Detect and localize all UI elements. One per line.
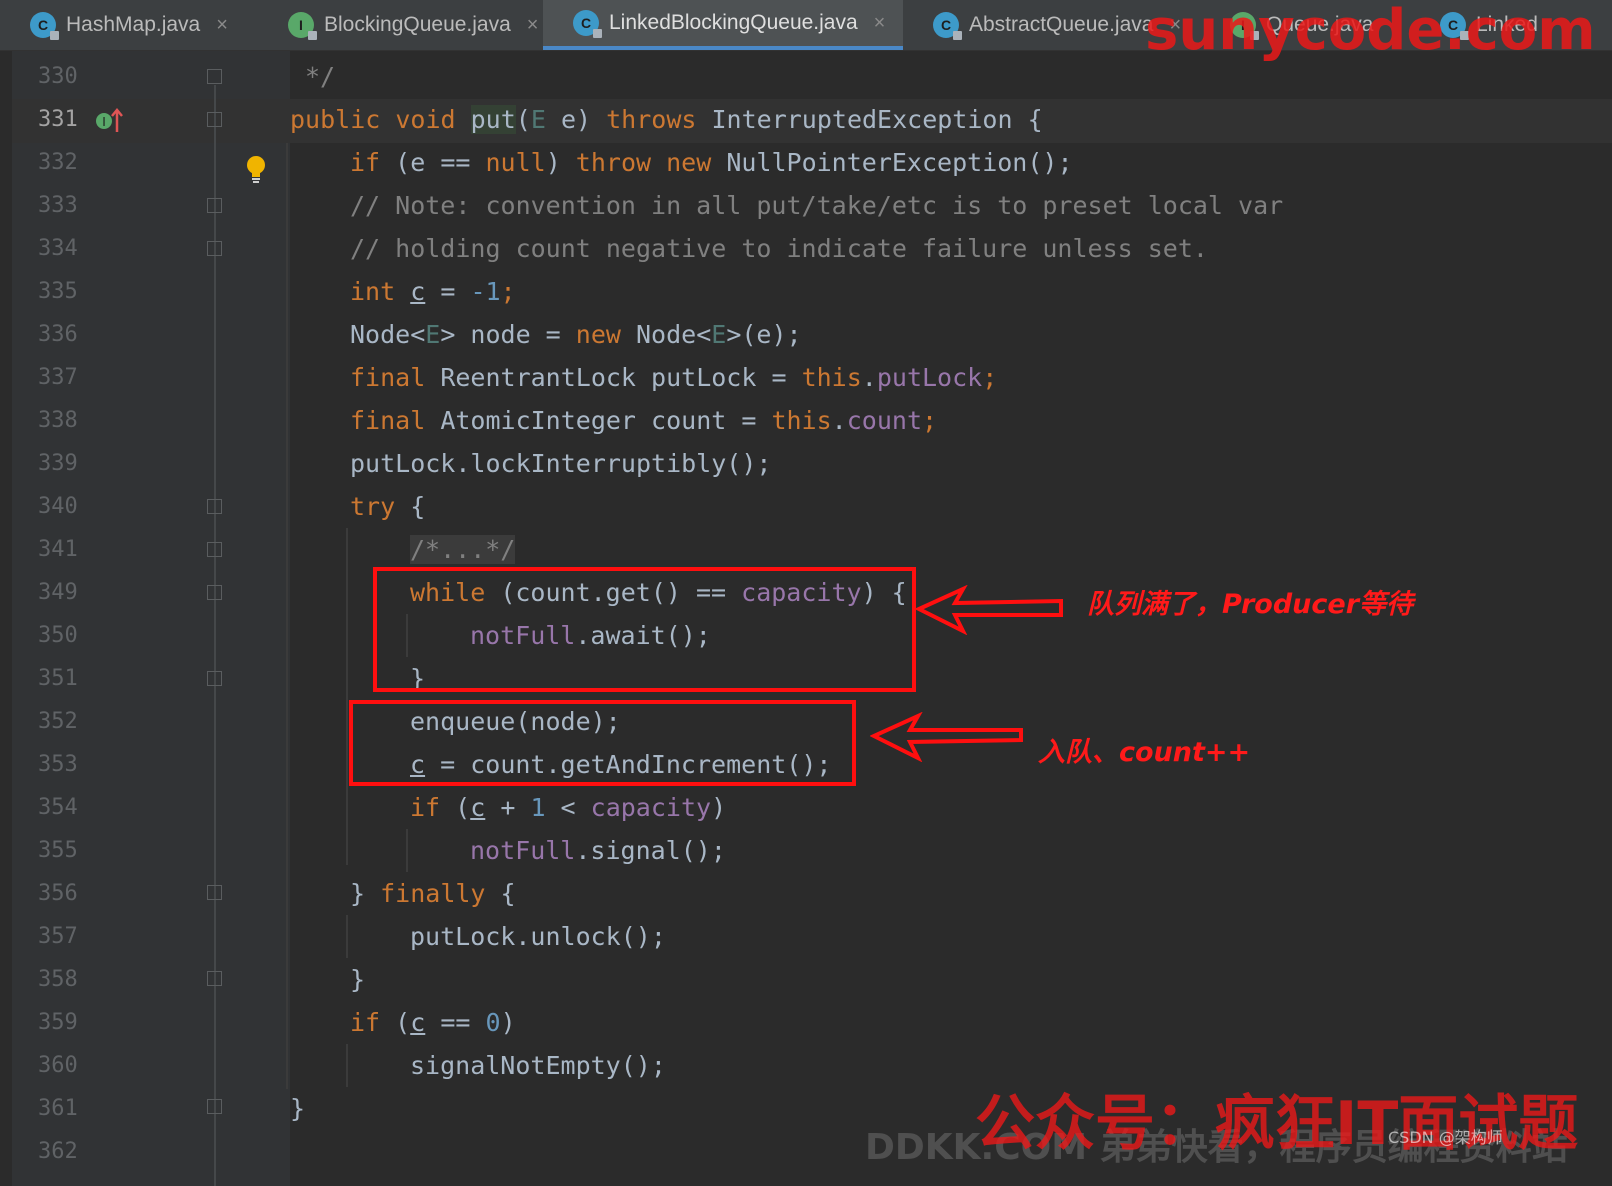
watermark-bottom-red: 公众号：疯狂IT面试题: [975, 1089, 1579, 1159]
fold-marker[interactable]: [207, 69, 222, 84]
lightbulb-icon[interactable]: [246, 155, 266, 185]
code-line-361[interactable]: }: [290, 1087, 305, 1130]
fold-marker[interactable]: [207, 585, 222, 600]
collapsed-block[interactable]: /*...*/: [410, 535, 516, 564]
line-number: 352: [38, 709, 78, 734]
line-number: 359: [38, 1010, 78, 1035]
fold-marker[interactable]: [207, 885, 222, 900]
code-line-358[interactable]: }: [290, 958, 365, 1001]
line-number: 330: [38, 64, 78, 89]
line-number: 361: [38, 1096, 78, 1121]
arrow-left-icon: [870, 712, 1023, 762]
line-number: 351: [38, 666, 78, 691]
line-number: 337: [38, 365, 78, 390]
watermark-csdn: CSDN @架构师: [1388, 1128, 1503, 1147]
code-line-336[interactable]: Node<E> node = new Node<E>(e);: [290, 313, 802, 356]
watermark-top: sunycode.com: [1145, 0, 1596, 63]
line-number: 358: [38, 967, 78, 992]
fold-marker[interactable]: [207, 112, 222, 127]
close-icon[interactable]: ×: [216, 14, 228, 37]
line-number: 332: [38, 150, 78, 175]
code-line-355[interactable]: notFull.signal();: [290, 829, 726, 872]
code-line-335[interactable]: int c = -1;: [290, 270, 516, 313]
line-number: 356: [38, 881, 78, 906]
tab-hashmap[interactable]: C HashMap.java ×: [0, 0, 258, 50]
line-number: 357: [38, 924, 78, 949]
line-number: 350: [38, 623, 78, 648]
highlight-box-enqueue: [349, 700, 856, 786]
code-line-330[interactable]: */: [290, 55, 335, 98]
line-number: 355: [38, 838, 78, 863]
fold-marker[interactable]: [207, 971, 222, 986]
line-number: 349: [38, 580, 78, 605]
line-number: 340: [38, 494, 78, 519]
tab-label: HashMap.java: [66, 13, 201, 36]
close-icon[interactable]: ×: [527, 14, 539, 37]
close-icon[interactable]: ×: [874, 12, 886, 35]
code-line-333[interactable]: // Note: convention in all put/take/etc …: [290, 184, 1283, 227]
fold-marker[interactable]: [207, 671, 222, 686]
line-number: 336: [38, 322, 78, 347]
code-line-357[interactable]: putLock.unlock();: [290, 915, 666, 958]
line-number: 354: [38, 795, 78, 820]
line-number: 339: [38, 451, 78, 476]
line-number: 335: [38, 279, 78, 304]
fold-marker[interactable]: [207, 1099, 222, 1114]
svg-text:I: I: [102, 115, 106, 129]
fold-marker[interactable]: [207, 241, 222, 256]
arrow-left-icon: [915, 585, 1063, 635]
tab-linkedblockingqueue[interactable]: C LinkedBlockingQueue.java ×: [543, 0, 903, 50]
code-line-360[interactable]: signalNotEmpty();: [290, 1044, 666, 1087]
abstract-class-icon: C: [933, 12, 962, 40]
tab-label: BlockingQueue.java: [324, 13, 511, 36]
code-line-354[interactable]: if (c + 1 < capacity): [290, 786, 726, 829]
highlight-box-wait: [373, 567, 916, 692]
tab-label: LinkedBlockingQueue.java: [609, 11, 858, 34]
code-line-341[interactable]: /*...*/: [290, 528, 516, 571]
line-number: 353: [38, 752, 78, 777]
line-number: 331: [38, 107, 78, 132]
fold-marker[interactable]: [207, 499, 222, 514]
interface-icon: I: [288, 12, 317, 40]
code-line-338[interactable]: final AtomicInteger count = this.count;: [290, 399, 937, 442]
code-line-334[interactable]: // holding count negative to indicate fa…: [290, 227, 1208, 270]
line-number: 334: [38, 236, 78, 261]
tab-label: AbstractQueue.java: [969, 13, 1154, 36]
code-line-356[interactable]: } finally {: [290, 872, 516, 915]
line-number: 341: [38, 537, 78, 562]
line-number: 360: [38, 1053, 78, 1078]
tab-blockingqueue[interactable]: I BlockingQueue.java ×: [258, 0, 543, 50]
class-icon: C: [30, 12, 59, 40]
code-line-337[interactable]: final ReentrantLock putLock = this.putLo…: [290, 356, 997, 399]
expand-marker[interactable]: [207, 542, 222, 557]
class-icon: C: [573, 10, 602, 38]
fold-marker[interactable]: [207, 198, 222, 213]
implements-method-icon[interactable]: I: [95, 108, 123, 134]
annotation-enqueue: 入队、count++: [1038, 737, 1251, 768]
line-number: 338: [38, 408, 78, 433]
code-line-359[interactable]: if (c == 0): [290, 1001, 516, 1044]
code-line-331[interactable]: public void put(E e) throws InterruptedE…: [290, 98, 1043, 141]
line-number: 362: [38, 1139, 78, 1164]
code-line-339[interactable]: putLock.lockInterruptibly();: [290, 442, 771, 485]
indent-guide: [286, 143, 288, 1089]
annotation-wait: 队列满了，Producer等待: [1087, 589, 1414, 620]
line-number: 333: [38, 193, 78, 218]
code-line-340[interactable]: try {: [290, 485, 425, 528]
gutter-strip: [0, 51, 12, 1186]
code-line-332[interactable]: if (e == null) throw new NullPointerExce…: [290, 141, 1073, 184]
